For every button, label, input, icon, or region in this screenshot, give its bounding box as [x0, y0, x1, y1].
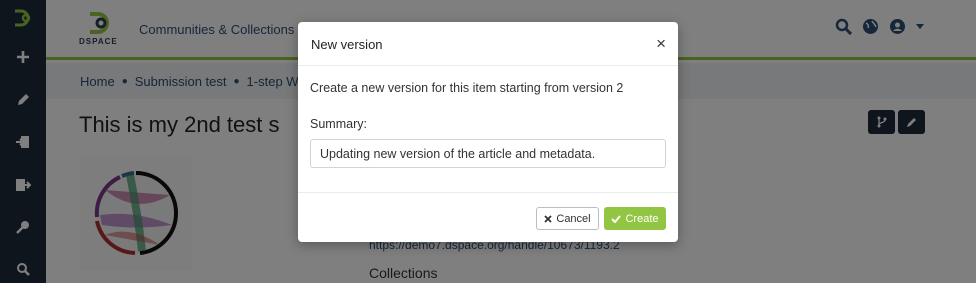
summary-input[interactable] — [310, 139, 666, 168]
close-icon — [544, 214, 553, 223]
cancel-label: Cancel — [556, 212, 591, 225]
modal-footer: Cancel Create — [298, 192, 678, 242]
new-version-modal: New version × Create a new version for t… — [298, 22, 678, 242]
check-icon — [611, 214, 622, 223]
close-icon[interactable]: × — [656, 35, 666, 52]
create-label: Create — [625, 212, 659, 225]
modal-title: New version — [311, 37, 383, 52]
modal-description: Create a new version for this item start… — [310, 81, 624, 95]
create-button[interactable]: Create — [604, 207, 666, 230]
modal-header: New version × — [298, 22, 678, 66]
summary-label: Summary: — [310, 117, 367, 131]
cancel-button[interactable]: Cancel — [536, 207, 599, 230]
